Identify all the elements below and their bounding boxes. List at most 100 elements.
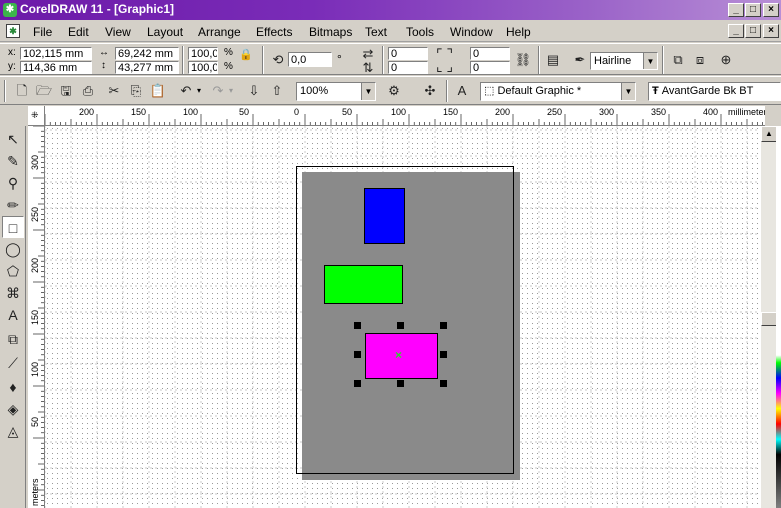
- width-icon: ↔: [99, 47, 109, 58]
- wrap-paragraph-text-icon[interactable]: ▤: [543, 50, 563, 70]
- polygon-tool-icon[interactable]: ⬠: [2, 260, 24, 282]
- vertical-ruler[interactable]: 300 250 200 150 100 50 meters: [28, 126, 45, 508]
- x-position-field[interactable]: 102,115 mm: [20, 47, 92, 60]
- open-icon[interactable]: 🗁: [34, 81, 54, 101]
- print-icon[interactable]: ⎙: [78, 81, 98, 101]
- selection-handle[interactable]: [354, 380, 361, 387]
- menu-text[interactable]: Text: [365, 25, 387, 39]
- menu-layout[interactable]: Layout: [147, 25, 183, 39]
- zoom-tool-icon[interactable]: ⚲: [2, 172, 24, 194]
- chevron-down-icon[interactable]: ▾: [229, 86, 233, 95]
- text-style-icon[interactable]: A: [452, 81, 472, 101]
- rectangle-tool-icon[interactable]: □: [2, 216, 24, 238]
- selection-handle[interactable]: [397, 322, 404, 329]
- ruler-corner[interactable]: ⁜: [28, 106, 45, 126]
- style-dropdown[interactable]: ⬚ Default Graphic * ▼: [480, 82, 636, 101]
- shape-tool-icon[interactable]: ✎: [2, 150, 24, 172]
- menu-tools[interactable]: Tools: [406, 25, 434, 39]
- menu-bitmaps[interactable]: Bitmaps: [309, 25, 352, 39]
- selection-handle[interactable]: [440, 380, 447, 387]
- color-palette[interactable]: [776, 126, 781, 508]
- menu-help[interactable]: Help: [506, 25, 531, 39]
- selection-handle[interactable]: [354, 322, 361, 329]
- outline-width-dropdown[interactable]: Hairline ▼: [590, 52, 658, 70]
- chevron-down-icon[interactable]: ▼: [643, 53, 657, 69]
- h-ruler-label: 200: [79, 107, 95, 117]
- menu-arrange[interactable]: Arrange: [198, 25, 241, 39]
- round-corners-together-icon[interactable]: ⛓: [513, 50, 533, 70]
- export-icon[interactable]: ⇧: [267, 81, 287, 101]
- green-rectangle[interactable]: [324, 265, 403, 304]
- app-minimize-button[interactable]: _: [728, 3, 744, 17]
- doc-close-button[interactable]: ×: [763, 24, 779, 38]
- interactive-fill-icon[interactable]: ◬: [2, 420, 24, 442]
- outline-pen-icon[interactable]: ♦: [2, 376, 24, 398]
- redo-icon[interactable]: ↷: [208, 81, 228, 101]
- y-position-field[interactable]: 114,36 mm: [20, 61, 92, 74]
- convert-to-curves-icon[interactable]: ⊕: [716, 50, 736, 70]
- interactive-blend-icon[interactable]: ⧉: [2, 328, 24, 350]
- spiral-tool-icon[interactable]: ⌘: [2, 282, 24, 304]
- undo-icon[interactable]: ↶: [176, 81, 196, 101]
- save-icon[interactable]: 🖫: [56, 81, 76, 101]
- menu-file[interactable]: File: [33, 25, 52, 39]
- chevron-down-icon[interactable]: ▼: [621, 83, 635, 100]
- height-field[interactable]: 43,277 mm: [115, 61, 179, 74]
- page[interactable]: [296, 166, 514, 474]
- title-bar[interactable]: ✱ CorelDRAW 11 - [Graphic1]: [0, 0, 781, 20]
- application-launcher-icon[interactable]: ⚙: [384, 81, 404, 101]
- corner-roundness-top-left[interactable]: 0: [388, 47, 428, 60]
- outline-pen-icon[interactable]: ✒: [570, 50, 590, 70]
- scale-y-field[interactable]: 100,0: [188, 61, 218, 74]
- import-icon[interactable]: ⇩: [244, 81, 264, 101]
- menu-window[interactable]: Window: [450, 25, 493, 39]
- app-maximize-button[interactable]: □: [745, 3, 761, 17]
- lock-ratio-icon[interactable]: 🔒: [238, 47, 254, 63]
- paste-icon[interactable]: 📋: [148, 81, 168, 101]
- corel-app-icon[interactable]: ✱: [3, 3, 17, 17]
- ellipse-tool-icon[interactable]: ◯: [2, 238, 24, 260]
- doc-restore-button[interactable]: □: [745, 24, 761, 38]
- doc-minimize-button[interactable]: _: [728, 24, 744, 38]
- selection-handle[interactable]: [397, 380, 404, 387]
- to-front-icon[interactable]: ⧉: [668, 50, 688, 70]
- pick-tool-icon[interactable]: ↖: [2, 128, 24, 150]
- fill-tool-icon[interactable]: ◈: [2, 398, 24, 420]
- scale-x-field[interactable]: 100,0: [188, 47, 218, 60]
- corner-roundness-top-right[interactable]: 0: [470, 47, 510, 60]
- scroll-thumb[interactable]: [761, 312, 777, 326]
- new-document-icon[interactable]: 🗋: [12, 81, 32, 101]
- menu-view[interactable]: View: [105, 25, 131, 39]
- ruler-origin-icon[interactable]: ⁜: [31, 110, 39, 121]
- font-dropdown[interactable]: Ŧ AvantGarde Bk BT: [648, 82, 781, 101]
- blue-rectangle[interactable]: [364, 188, 405, 244]
- eyedropper-icon[interactable]: ⟋: [2, 352, 24, 374]
- selection-handle[interactable]: [440, 351, 447, 358]
- selection-handle[interactable]: [354, 351, 361, 358]
- document-icon[interactable]: ✱: [6, 24, 20, 38]
- mirror-vertical-icon[interactable]: ⇅: [358, 58, 378, 78]
- chevron-down-icon[interactable]: ▾: [197, 86, 201, 95]
- drawing-canvas[interactable]: ×: [45, 126, 760, 508]
- scroll-up-icon[interactable]: ▲: [761, 126, 777, 142]
- copy-icon[interactable]: ⎘: [126, 81, 146, 101]
- zoom-dropdown[interactable]: 100% ▼: [296, 82, 376, 101]
- width-field[interactable]: 69,242 mm: [115, 47, 179, 60]
- freehand-tool-icon[interactable]: ✏: [2, 194, 24, 216]
- horizontal-ruler[interactable]: 200 150 100 50 0 50 100 150 200 250 300 …: [45, 106, 765, 126]
- corner-roundness-bottom-right[interactable]: 0: [470, 61, 510, 74]
- menu-edit[interactable]: Edit: [68, 25, 89, 39]
- center-marker[interactable]: ×: [395, 348, 402, 362]
- rotation-field[interactable]: 0,0: [288, 52, 332, 67]
- text-tool-icon[interactable]: A: [2, 304, 24, 326]
- chevron-down-icon[interactable]: ▼: [361, 83, 375, 100]
- vertical-scrollbar[interactable]: ▲: [760, 126, 777, 508]
- to-back-icon[interactable]: ⧈: [690, 50, 710, 70]
- v-ruler-label: 50: [30, 416, 40, 427]
- cut-icon[interactable]: ✂: [104, 81, 124, 101]
- corner-roundness-bottom-left[interactable]: 0: [388, 61, 428, 74]
- corel-online-icon[interactable]: ✣: [420, 81, 440, 101]
- menu-effects[interactable]: Effects: [256, 25, 292, 39]
- app-close-button[interactable]: ×: [763, 3, 779, 17]
- selection-handle[interactable]: [440, 322, 447, 329]
